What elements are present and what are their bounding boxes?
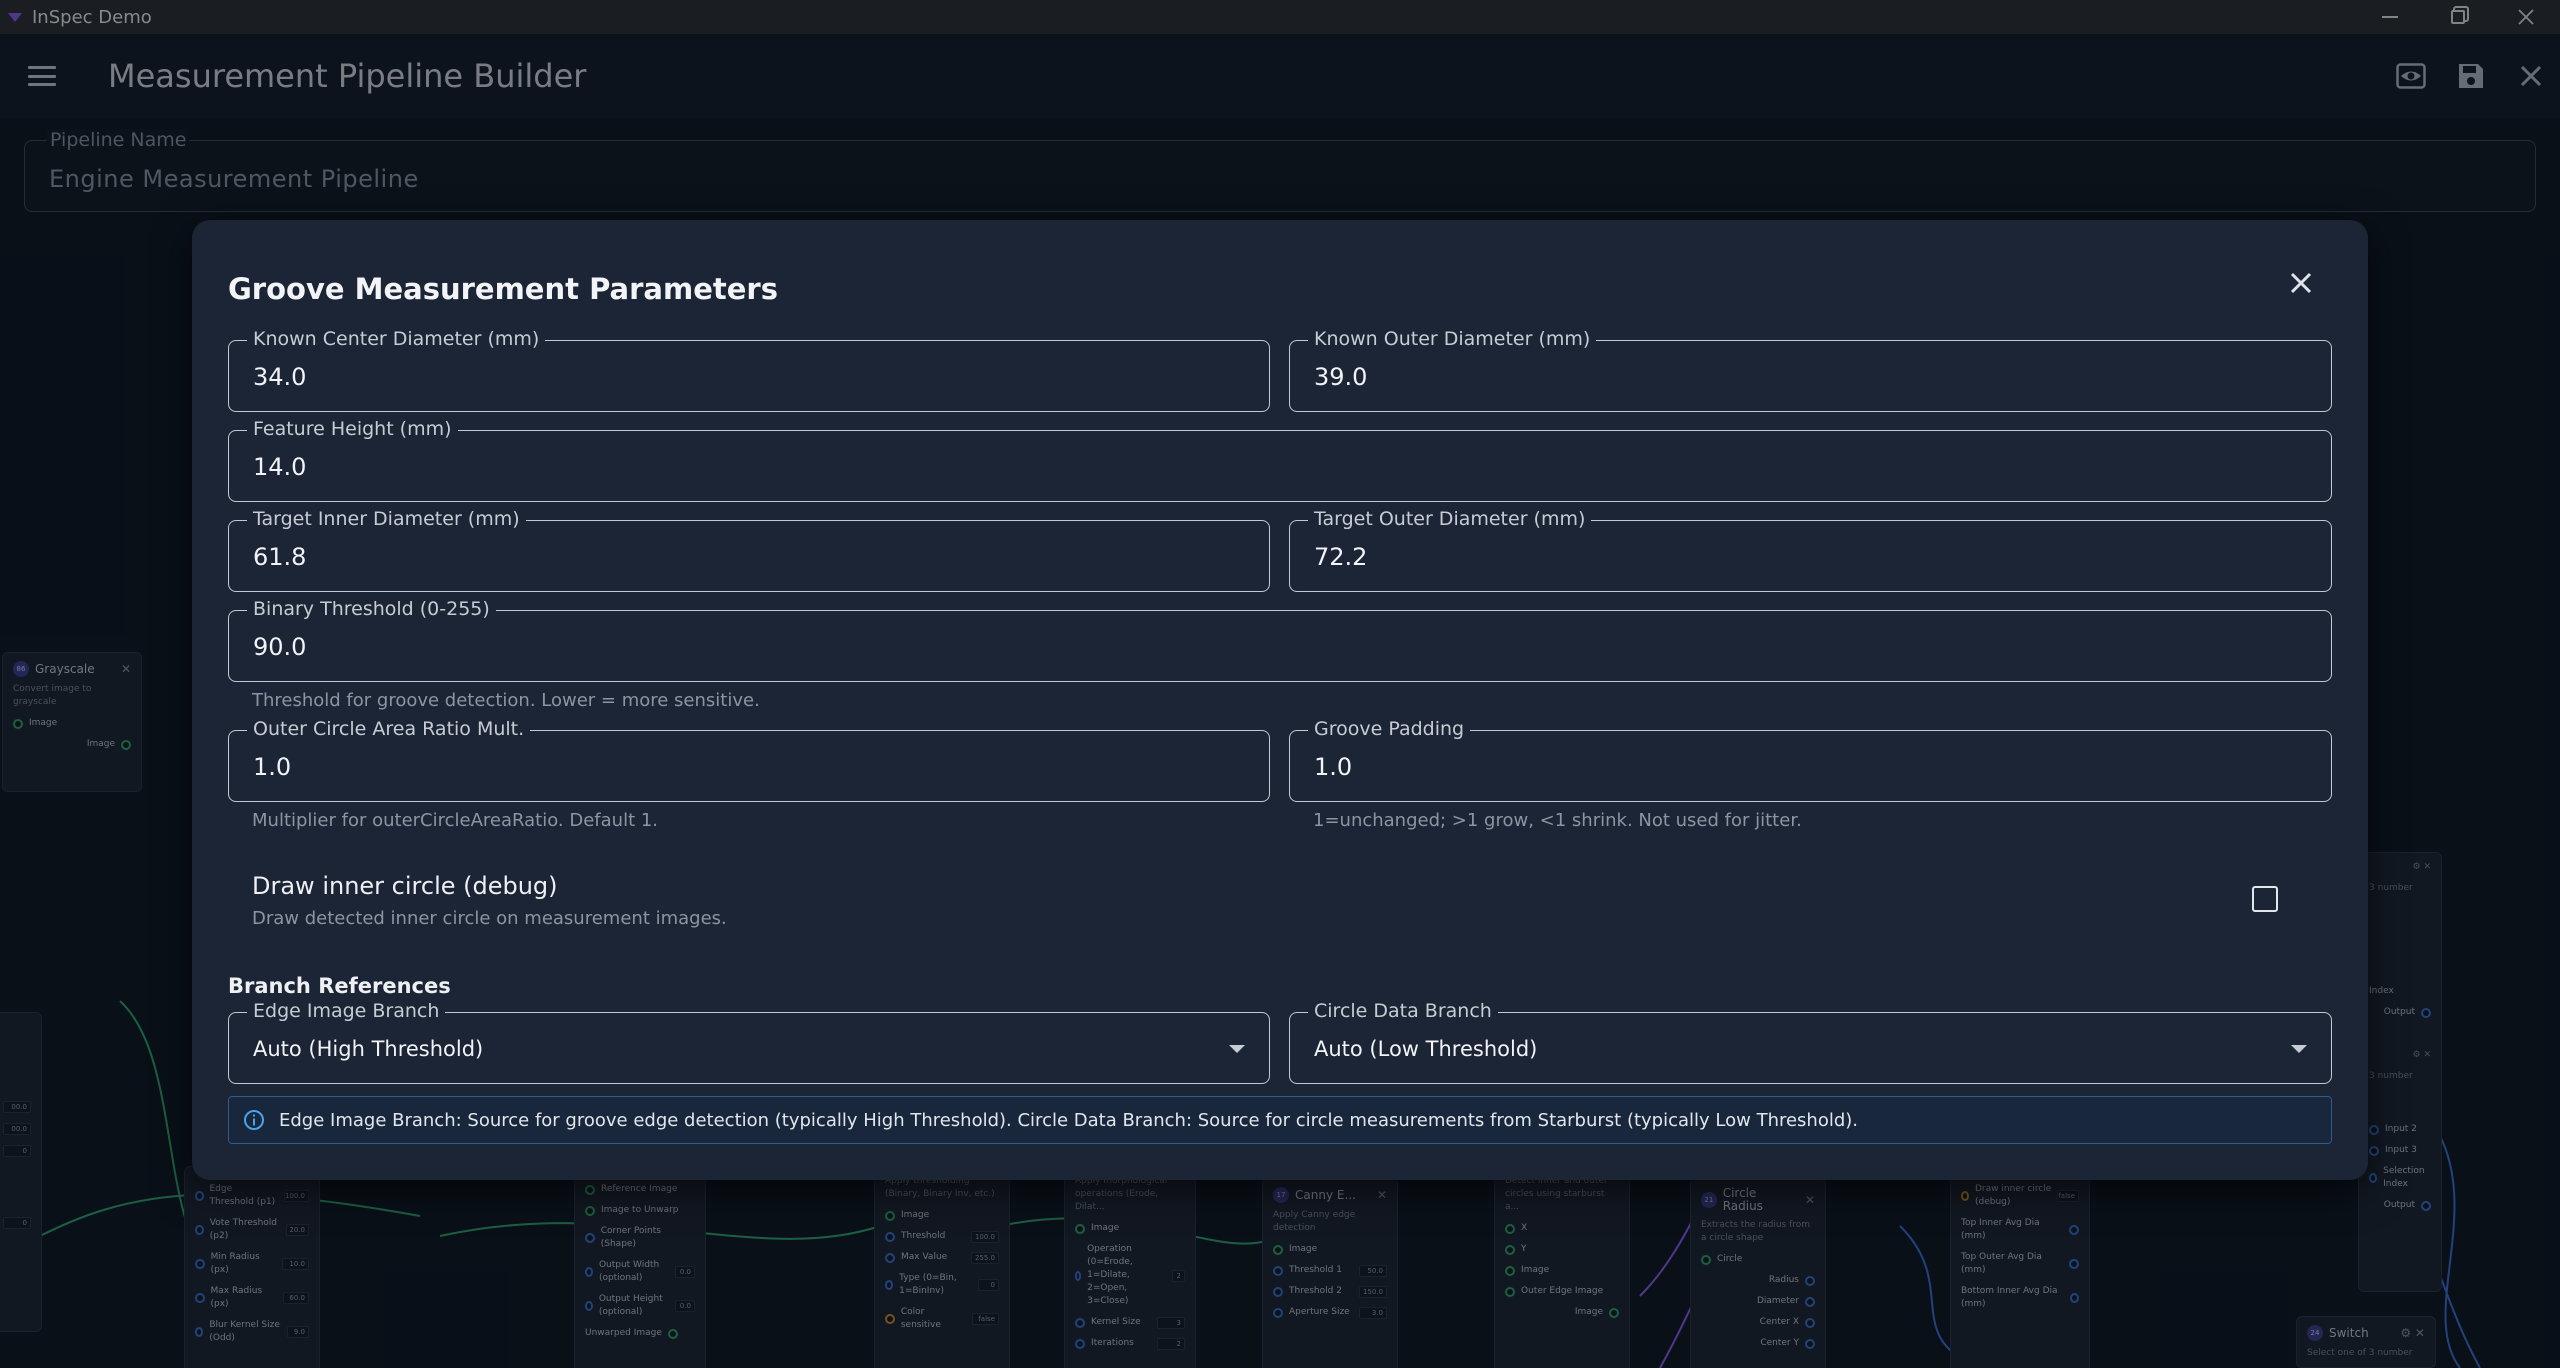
field-label: Edge Image Branch xyxy=(247,1000,446,1022)
branch-info-alert: Edge Image Branch: Source for groove edg… xyxy=(228,1096,2332,1144)
binary-threshold-field[interactable]: Binary Threshold (0-255) 90.0 xyxy=(228,598,2332,682)
info-icon xyxy=(244,1110,264,1130)
field-label: Feature Height (mm) xyxy=(247,418,458,440)
dialog-close-button[interactable] xyxy=(2286,268,2316,298)
select-value: Auto (High Threshold) xyxy=(253,1037,484,1061)
groove-padding-field[interactable]: Groove Padding 1.0 xyxy=(1289,718,2332,802)
field-label: Target Inner Diameter (mm) xyxy=(247,508,526,530)
branch-references-heading: Branch References xyxy=(228,974,451,998)
field-label: Outer Circle Area Ratio Mult. xyxy=(247,718,531,740)
dialog-title: Groove Measurement Parameters xyxy=(228,272,778,306)
field-value[interactable]: 1.0 xyxy=(253,753,291,781)
draw-inner-circle-checkbox[interactable] xyxy=(2252,886,2278,912)
circle-data-branch-select[interactable]: Circle Data Branch Auto (Low Threshold) xyxy=(1289,1000,2332,1084)
field-label: Binary Threshold (0-255) xyxy=(247,598,496,620)
debug-toggle-title: Draw inner circle (debug) xyxy=(252,872,558,900)
chevron-down-icon[interactable] xyxy=(2291,1045,2307,1053)
field-label: Known Center Diameter (mm) xyxy=(247,328,546,350)
target-inner-diameter-field[interactable]: Target Inner Diameter (mm) 61.8 xyxy=(228,508,1270,592)
select-value: Auto (Low Threshold) xyxy=(1314,1037,1538,1061)
field-value[interactable]: 39.0 xyxy=(1314,363,1367,391)
field-value[interactable]: 61.8 xyxy=(253,543,306,571)
outer-circle-ratio-field[interactable]: Outer Circle Area Ratio Mult. 1.0 xyxy=(228,718,1270,802)
debug-toggle-subtitle: Draw detected inner circle on measuremen… xyxy=(252,908,727,929)
close-icon xyxy=(2290,272,2312,294)
target-outer-diameter-field[interactable]: Target Outer Diameter (mm) 72.2 xyxy=(1289,508,2332,592)
info-text: Edge Image Branch: Source for groove edg… xyxy=(279,1109,1859,1131)
outer-circle-ratio-help: Multiplier for outerCircleAreaRatio. Def… xyxy=(252,810,659,831)
known-outer-diameter-field[interactable]: Known Outer Diameter (mm) 39.0 xyxy=(1289,328,2332,412)
feature-height-field[interactable]: Feature Height (mm) 14.0 xyxy=(228,418,2332,502)
field-label: Known Outer Diameter (mm) xyxy=(1308,328,1597,350)
groove-parameters-dialog: Groove Measurement Parameters Known Cent… xyxy=(192,220,2368,1180)
field-value[interactable]: 90.0 xyxy=(253,633,306,661)
edge-image-branch-select[interactable]: Edge Image Branch Auto (High Threshold) xyxy=(228,1000,1270,1084)
field-value[interactable]: 72.2 xyxy=(1314,543,1367,571)
groove-padding-help: 1=unchanged; >1 grow, <1 shrink. Not use… xyxy=(1313,810,1802,831)
field-value[interactable]: 34.0 xyxy=(253,363,306,391)
binary-threshold-help: Threshold for groove detection. Lower = … xyxy=(252,690,760,711)
field-value[interactable]: 1.0 xyxy=(1314,753,1352,781)
field-value[interactable]: 14.0 xyxy=(253,453,306,481)
field-label: Target Outer Diameter (mm) xyxy=(1308,508,1592,530)
known-center-diameter-field[interactable]: Known Center Diameter (mm) 34.0 xyxy=(228,328,1270,412)
field-label: Groove Padding xyxy=(1308,718,1471,740)
chevron-down-icon[interactable] xyxy=(1229,1045,1245,1053)
field-label: Circle Data Branch xyxy=(1308,1000,1498,1022)
